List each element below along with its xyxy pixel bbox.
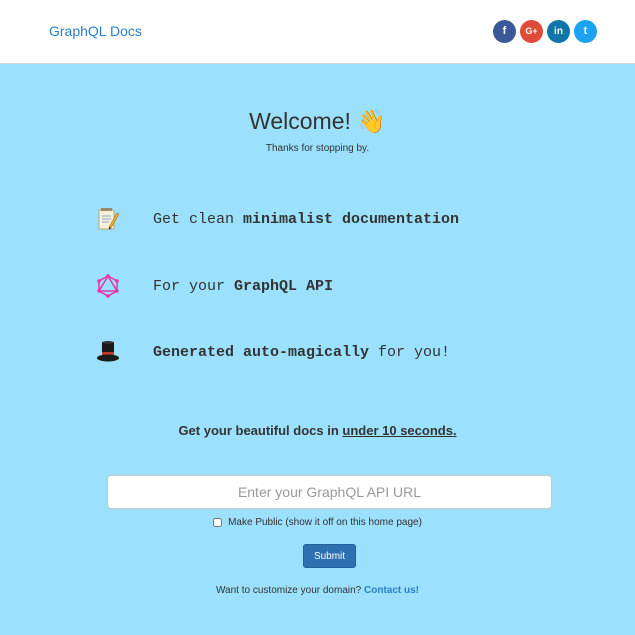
promo-text-underlined: under 10 seconds.: [342, 423, 457, 438]
welcome-heading: Welcome! 👋: [0, 106, 635, 136]
twitter-icon[interactable]: t: [574, 20, 597, 43]
contact-line: Want to customize your domain? Contact u…: [0, 585, 635, 596]
graphql-logo-icon: [96, 274, 120, 298]
contact-link[interactable]: Contact us!: [364, 585, 419, 596]
submit-button[interactable]: Submit: [303, 544, 356, 568]
feature-text-plain: for you!: [369, 343, 451, 361]
feature-item: Get clean minimalist documentation: [96, 207, 459, 231]
tagline: Thanks for stopping by.: [265, 143, 370, 154]
make-public-checkbox[interactable]: [213, 518, 223, 527]
page: GraphQL Docs f G+ in t Welcome! 👋 Thanks…: [0, 0, 635, 635]
notepad-icon: [96, 207, 120, 231]
top-navbar: GraphQL Docs f G+ in t: [0, 0, 635, 64]
feature-text-bold: GraphQL API: [234, 277, 334, 295]
social-share-buttons: f G+ in t: [493, 20, 597, 43]
google-plus-icon[interactable]: G+: [520, 20, 543, 43]
linkedin-icon[interactable]: in: [547, 20, 570, 43]
make-public-label: Make Public (show it off on this home pa…: [228, 517, 422, 528]
brand-link[interactable]: GraphQL Docs: [49, 22, 142, 40]
feature-item: For your GraphQL API: [96, 274, 333, 298]
promo-text-plain: Get your beautiful docs in: [178, 423, 343, 438]
top-hat-icon: [96, 340, 120, 364]
feature-text-bold: minimalist documentation: [243, 210, 460, 228]
facebook-icon[interactable]: f: [493, 20, 516, 43]
contact-text: Want to customize your domain?: [215, 585, 365, 596]
make-public-row[interactable]: Make Public (show it off on this home pa…: [0, 517, 635, 528]
feature-text-plain: Get clean: [153, 210, 244, 228]
promo-text: Get your beautiful docs in under 10 seco…: [0, 423, 635, 438]
waving-hand-icon: 👋: [357, 108, 386, 134]
graphql-url-input[interactable]: [107, 475, 552, 509]
feature-text-bold: Generated auto-magically: [153, 343, 370, 361]
welcome-text: Welcome!: [249, 108, 351, 134]
feature-text-plain: For your: [153, 277, 235, 295]
feature-item: Generated auto-magically for you!: [96, 340, 450, 364]
